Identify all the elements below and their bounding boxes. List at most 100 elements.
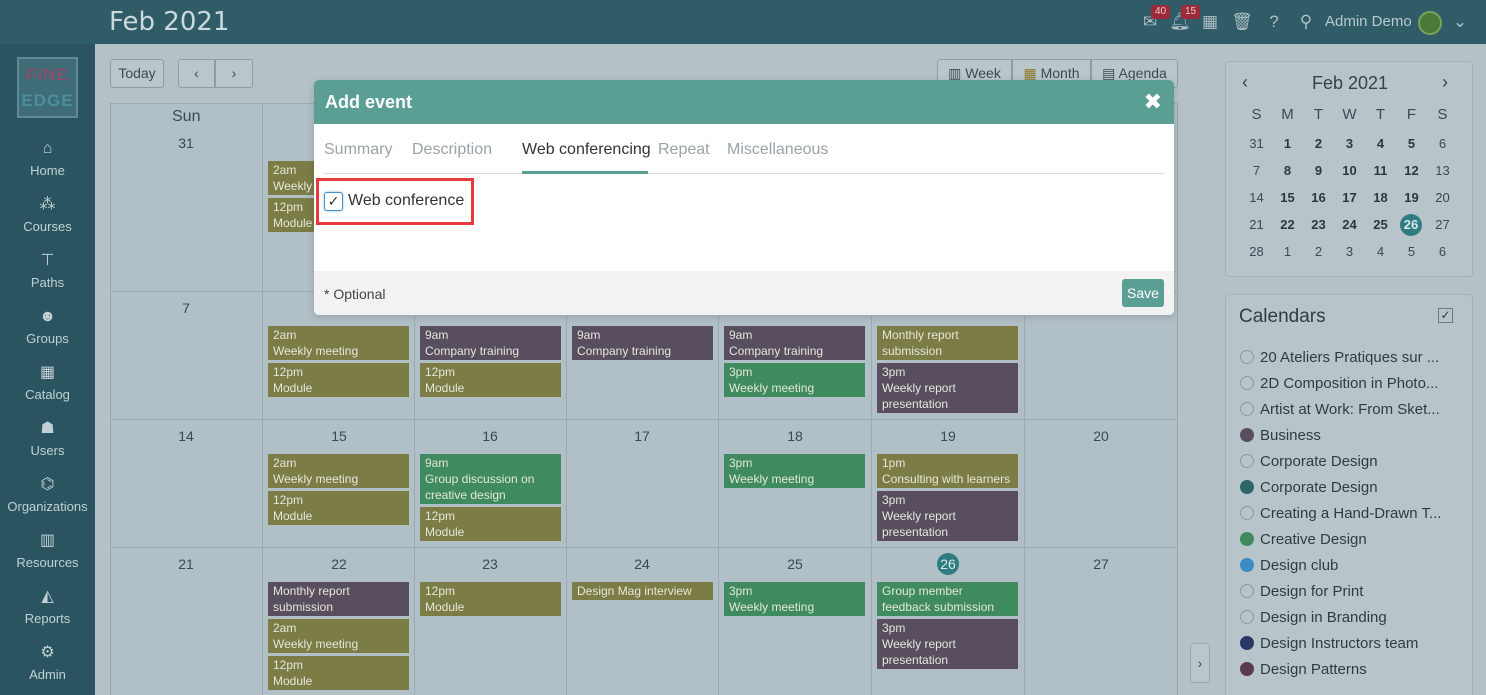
mini-day[interactable]: 15: [1272, 190, 1303, 205]
calendar-color-dot[interactable]: [1240, 428, 1254, 442]
mini-day[interactable]: 1: [1272, 136, 1303, 151]
calendar-color-dot[interactable]: [1240, 376, 1254, 390]
date-cell-number[interactable]: 19: [933, 428, 963, 444]
mini-day[interactable]: 3: [1334, 136, 1365, 151]
mini-day[interactable]: 8: [1272, 163, 1303, 178]
date-cell-number[interactable]: 7: [171, 300, 201, 316]
sidebar-item-admin[interactable]: ⚙ Admin: [0, 643, 95, 682]
prev-button[interactable]: ‹: [178, 59, 215, 88]
calendar-color-dot[interactable]: [1240, 532, 1254, 546]
mini-day[interactable]: 9: [1303, 163, 1334, 178]
mini-day[interactable]: 1: [1272, 244, 1303, 259]
calendar-icon[interactable]: ▦: [1199, 11, 1221, 33]
calendar-list-item[interactable]: Design for Print: [1240, 583, 1363, 600]
date-cell-number-today[interactable]: 26: [937, 553, 959, 575]
mini-day[interactable]: 3: [1334, 244, 1365, 259]
mini-day[interactable]: 22: [1272, 217, 1303, 232]
calendar-list-item[interactable]: 2D Composition in Photo...: [1240, 375, 1438, 392]
calendar-color-dot[interactable]: [1240, 402, 1254, 416]
help-icon[interactable]: ?: [1263, 11, 1285, 33]
event-item[interactable]: 3pm Weekly report presentation: [877, 491, 1018, 541]
tab-summary[interactable]: Summary: [324, 141, 392, 159]
sidebar-item-catalog[interactable]: ▦ Catalog: [0, 363, 95, 402]
date-cell-number[interactable]: 27: [1086, 556, 1116, 572]
avatar[interactable]: [1418, 11, 1442, 35]
mini-day[interactable]: 5: [1396, 244, 1427, 259]
sidebar-item-organizations[interactable]: ⌬ Organizations: [0, 475, 95, 514]
mini-day[interactable]: 6: [1427, 136, 1458, 151]
mini-day[interactable]: 5: [1396, 136, 1427, 151]
sidebar-item-reports[interactable]: ◭ Reports: [0, 587, 95, 626]
mini-day[interactable]: 2: [1303, 136, 1334, 151]
date-cell-number[interactable]: 14: [171, 428, 201, 444]
event-item[interactable]: 9am Company training: [420, 326, 561, 360]
mini-day[interactable]: 14: [1241, 190, 1272, 205]
calendar-list-item[interactable]: Business: [1240, 427, 1321, 444]
date-cell-number[interactable]: 25: [780, 556, 810, 572]
panel-toggle-button[interactable]: ›: [1190, 643, 1210, 683]
event-item[interactable]: 2am Weekly meeting: [268, 619, 409, 653]
search-icon[interactable]: ⚲: [1295, 11, 1317, 33]
mini-day[interactable]: 10: [1334, 163, 1365, 178]
today-button[interactable]: Today: [110, 59, 164, 88]
save-button[interactable]: Save: [1122, 279, 1164, 307]
chevron-right-icon[interactable]: ›: [1442, 72, 1448, 93]
calendar-list-item[interactable]: Creating a Hand-Drawn T...: [1240, 505, 1441, 522]
calendar-list-item[interactable]: Design Instructors team: [1240, 635, 1418, 652]
date-cell-number[interactable]: 31: [171, 135, 201, 151]
event-item[interactable]: 12pm Module: [268, 656, 409, 690]
mini-day[interactable]: 28: [1241, 244, 1272, 259]
calendar-list-item[interactable]: Design Patterns: [1240, 661, 1367, 678]
event-item[interactable]: 3pm Weekly meeting: [724, 363, 865, 397]
web-conference-checkbox[interactable]: ✓: [324, 192, 343, 211]
calendar-color-dot[interactable]: [1240, 610, 1254, 624]
mini-day[interactable]: 21: [1241, 217, 1272, 232]
date-cell-number[interactable]: 17: [627, 428, 657, 444]
event-item[interactable]: Monthly report submission: [877, 326, 1018, 360]
event-item[interactable]: 3pm Weekly report presentation: [877, 363, 1018, 413]
event-item[interactable]: 9am Company training: [724, 326, 865, 360]
calendar-color-dot[interactable]: [1240, 662, 1254, 676]
event-item[interactable]: Design Mag interview: [572, 582, 713, 600]
trash-icon[interactable]: 🗑︎: [1231, 11, 1253, 33]
calendar-color-dot[interactable]: [1240, 350, 1254, 364]
sidebar-item-courses[interactable]: ⁂ Courses: [0, 195, 95, 234]
calendar-color-dot[interactable]: [1240, 558, 1254, 572]
tab-miscellaneous[interactable]: Miscellaneous: [727, 141, 828, 159]
event-item[interactable]: Group member feedback submission: [877, 582, 1018, 616]
calendar-list-item[interactable]: Corporate Design: [1240, 479, 1378, 496]
web-conference-label[interactable]: Web conference: [348, 192, 464, 210]
sidebar-item-groups[interactable]: ☻ Groups: [0, 307, 95, 346]
event-item[interactable]: 9am Company training: [572, 326, 713, 360]
event-item[interactable]: 2am Weekly meeting: [268, 454, 409, 488]
mini-day[interactable]: 25: [1365, 217, 1396, 232]
mini-day[interactable]: 12: [1396, 163, 1427, 178]
mini-day[interactable]: 4: [1365, 136, 1396, 151]
date-cell-number[interactable]: 21: [171, 556, 201, 572]
mini-day[interactable]: 31: [1241, 136, 1272, 151]
mini-day[interactable]: 24: [1334, 217, 1365, 232]
calendar-color-dot[interactable]: [1240, 584, 1254, 598]
event-item[interactable]: 1pm Consulting with learners: [877, 454, 1018, 488]
event-item[interactable]: 12pm Module: [420, 582, 561, 616]
tab-web-conferencing[interactable]: Web conferencing: [522, 141, 651, 159]
event-item[interactable]: 12pm Module: [420, 363, 561, 397]
date-cell-number[interactable]: 16: [475, 428, 505, 444]
event-item[interactable]: 12pm Module: [268, 491, 409, 525]
calendar-color-dot[interactable]: [1240, 636, 1254, 650]
tab-repeat[interactable]: Repeat: [658, 141, 710, 159]
sidebar-item-resources[interactable]: ▥ Resources: [0, 531, 95, 570]
event-item[interactable]: 9am Group discussion on creative design: [420, 454, 561, 504]
date-cell-number[interactable]: 15: [324, 428, 354, 444]
date-cell-number[interactable]: 20: [1086, 428, 1116, 444]
event-item[interactable]: Monthly report submission: [268, 582, 409, 616]
event-item[interactable]: 3pm Weekly meeting: [724, 582, 865, 616]
mini-day[interactable]: 27: [1427, 217, 1458, 232]
next-button[interactable]: ›: [215, 59, 253, 88]
calendar-color-dot[interactable]: [1240, 454, 1254, 468]
select-all-checkbox[interactable]: ✓: [1438, 308, 1453, 323]
user-name[interactable]: Admin Demo: [1325, 13, 1412, 30]
mini-day[interactable]: 16: [1303, 190, 1334, 205]
sidebar-item-users[interactable]: ☗ Users: [0, 419, 95, 458]
calendar-list-item[interactable]: Creative Design: [1240, 531, 1367, 548]
